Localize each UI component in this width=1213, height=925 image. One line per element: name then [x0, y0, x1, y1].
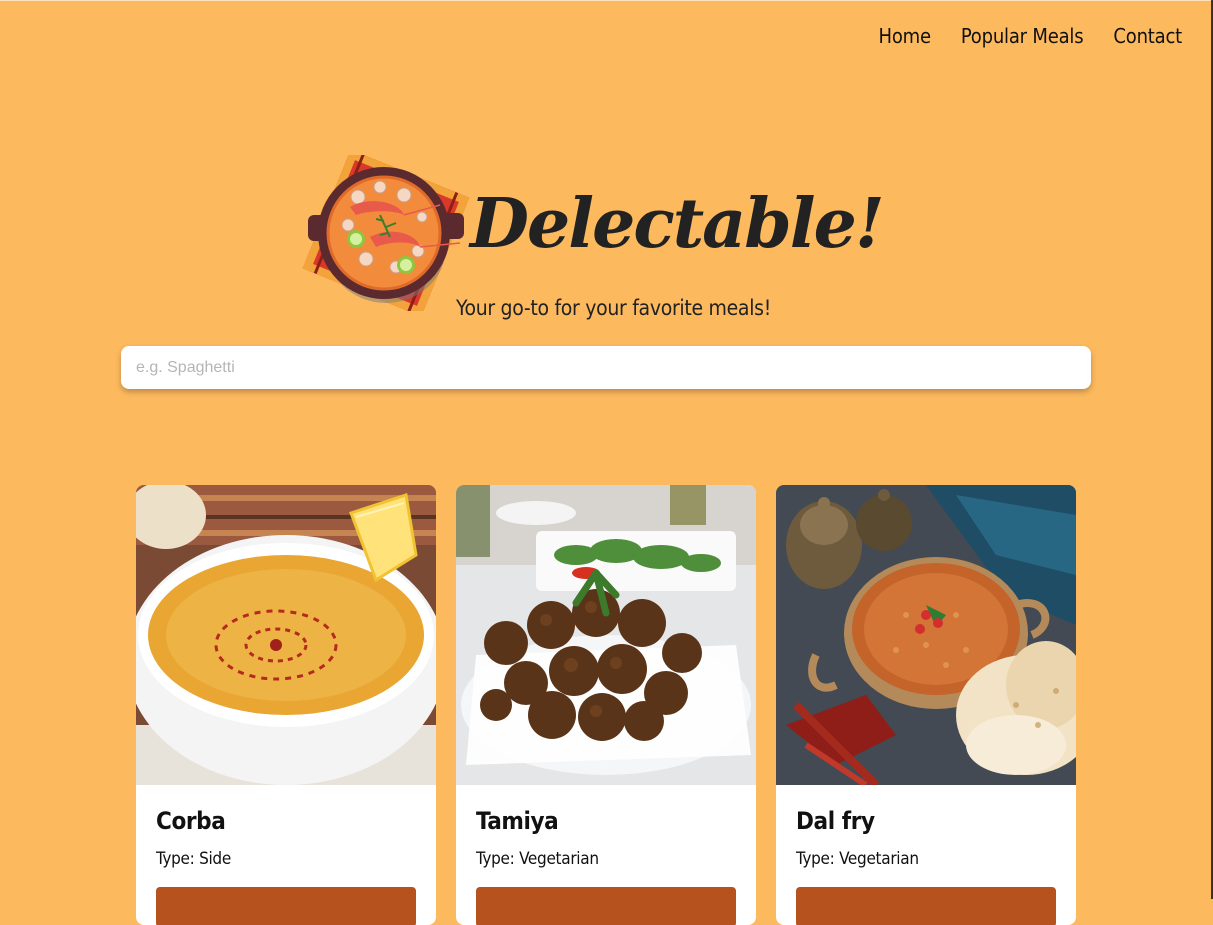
dal-fry-photo	[776, 485, 1076, 785]
meal-card-type: Type: Vegetarian	[796, 849, 919, 869]
meal-card-title: Corba	[156, 807, 226, 835]
meal-card-list: Corba Type: Side Tamiya Type: Vegetarian…	[136, 485, 1076, 925]
meal-card-title: Tamiya	[476, 807, 559, 835]
meal-card: Tamiya Type: Vegetarian	[456, 485, 756, 925]
corba-soup-photo	[136, 485, 436, 785]
meal-search-input[interactable]	[121, 346, 1091, 389]
meal-card-title: Dal fry	[796, 807, 875, 835]
brand-tagline: Your go-to for your favorite meals!	[456, 296, 771, 320]
meal-card-type: Type: Side	[156, 849, 231, 869]
soup-bowl-logo-icon	[302, 155, 470, 311]
nav-contact-link[interactable]: Contact	[1113, 24, 1182, 48]
main-nav: Home Popular Meals Contact	[879, 24, 1183, 48]
view-meal-button[interactable]	[796, 887, 1056, 925]
brand-title: Delectable!	[470, 184, 885, 264]
meal-card-type: Type: Vegetarian	[476, 849, 599, 869]
meal-card: Corba Type: Side	[136, 485, 436, 925]
nav-home-link[interactable]: Home	[879, 24, 932, 48]
view-meal-button[interactable]	[476, 887, 736, 925]
nav-popular-meals-link[interactable]: Popular Meals	[961, 24, 1084, 48]
meal-card: Dal fry Type: Vegetarian	[776, 485, 1076, 925]
tamiya-falafel-photo	[456, 485, 756, 785]
top-border	[0, 0, 1213, 1]
view-meal-button[interactable]	[156, 887, 416, 925]
